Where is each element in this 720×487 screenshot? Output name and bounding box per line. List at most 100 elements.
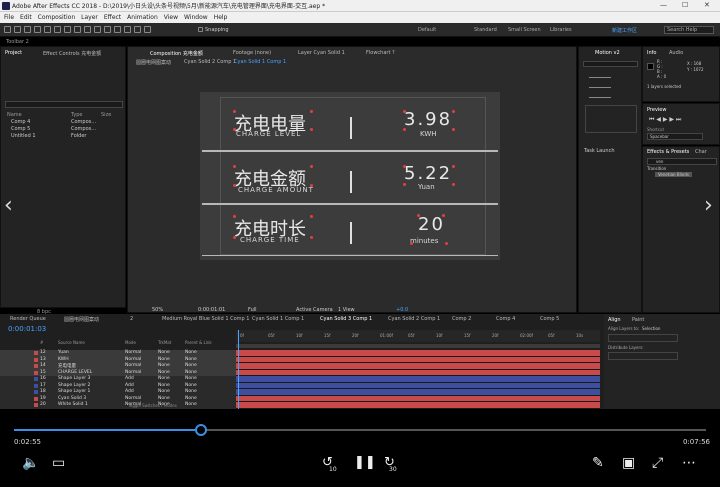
- layer-mode[interactable]: Add: [125, 383, 134, 388]
- layer-trkmat[interactable]: None: [158, 370, 170, 375]
- layer-trkmat[interactable]: None: [158, 383, 170, 388]
- tab-timeline-comp[interactable]: Comp 2: [452, 316, 471, 322]
- motion-slider[interactable]: [589, 87, 611, 88]
- menu-animation[interactable]: Animation: [127, 14, 158, 21]
- workspace-custom[interactable]: 新建工作区: [612, 27, 637, 34]
- col-type[interactable]: Type: [71, 112, 82, 118]
- layer-label-color[interactable]: [34, 357, 38, 362]
- brush-tool-icon[interactable]: [104, 26, 111, 33]
- tab-timeline-comp[interactable]: 圆圈电网图案动: [64, 316, 99, 323]
- layer-duration-bar[interactable]: [236, 402, 600, 409]
- menu-composition[interactable]: Composition: [38, 14, 75, 21]
- layer-handle[interactable]: [452, 128, 455, 131]
- layer-mode[interactable]: Normal: [125, 396, 141, 401]
- project-search-input[interactable]: [5, 101, 123, 108]
- type-tool-icon[interactable]: [94, 26, 101, 33]
- layer-label-color[interactable]: [34, 390, 38, 394]
- layer-handle[interactable]: [452, 183, 455, 186]
- more-options-icon[interactable]: ⋯: [682, 455, 696, 471]
- layer-handle[interactable]: [310, 128, 313, 131]
- search-help-input[interactable]: Search Help: [664, 26, 714, 34]
- layer-trkmat[interactable]: None: [158, 376, 170, 381]
- layer-name[interactable]: Cyan Solid 3: [58, 396, 86, 401]
- col-size[interactable]: Size: [101, 112, 111, 118]
- layer-mode[interactable]: Normal: [125, 363, 141, 368]
- layer-parent[interactable]: None: [185, 357, 197, 362]
- layer-handle[interactable]: [233, 184, 236, 187]
- workspace-libraries[interactable]: Libraries: [550, 27, 572, 33]
- layer-name[interactable]: Yuan: [58, 350, 69, 355]
- camera-tool-icon[interactable]: [54, 26, 61, 33]
- tab-timeline-comp[interactable]: Cyan Solid 3 Comp 1: [320, 316, 372, 322]
- next-arrow-icon[interactable]: ›: [704, 193, 713, 218]
- list-item[interactable]: Comp 5: [11, 126, 30, 132]
- layer-name[interactable]: 充电电量: [58, 363, 76, 369]
- layer-parent[interactable]: None: [185, 402, 197, 407]
- mini-view-icon[interactable]: ▣: [622, 455, 635, 471]
- snapping-checkbox[interactable]: [198, 27, 203, 32]
- motion-preset-select[interactable]: [583, 61, 638, 67]
- layer-label-color[interactable]: [34, 364, 38, 368]
- toggle-switches-modes[interactable]: Toggle Switches / Modes: [128, 403, 177, 408]
- layer-name[interactable]: KWH: [58, 357, 69, 362]
- selection-tool-icon[interactable]: [14, 26, 21, 33]
- layer-parent[interactable]: None: [185, 370, 197, 375]
- layer-trkmat[interactable]: None: [158, 363, 170, 368]
- breadcrumb-item[interactable]: 圆圈电网图案动: [136, 59, 171, 66]
- layer-parent[interactable]: None: [185, 389, 197, 394]
- tab-flowchart[interactable]: Flowchart ?: [366, 50, 395, 56]
- layer-handle[interactable]: [403, 183, 406, 186]
- layer-handle[interactable]: [310, 110, 313, 113]
- list-item[interactable]: Comp 4: [11, 119, 30, 125]
- tab-timeline-comp[interactable]: Comp 5: [540, 316, 559, 322]
- progress-thumb[interactable]: [194, 424, 207, 436]
- tab-timeline-comp[interactable]: Comp 4: [496, 316, 515, 322]
- tab-timeline-comp[interactable]: Cyan Solid 1 Comp 1: [252, 316, 304, 322]
- layer-parent[interactable]: None: [185, 350, 197, 355]
- tab-render-queue[interactable]: Render Queue: [10, 316, 46, 322]
- hand-tool-icon[interactable]: [24, 26, 31, 33]
- tab-align[interactable]: Align: [608, 317, 621, 323]
- menu-effect[interactable]: Effect: [104, 14, 121, 21]
- tab-preview[interactable]: Preview: [647, 107, 666, 113]
- tab-audio[interactable]: Audio: [669, 50, 683, 56]
- layer-handle[interactable]: [233, 165, 236, 168]
- list-item[interactable]: Untitled 1: [11, 133, 36, 139]
- breadcrumb-item[interactable]: Cyan Solid 1 Comp 1: [234, 59, 286, 65]
- preview-controls-icon[interactable]: ⏮ ◀ ▶ ▶ ⏭: [649, 116, 681, 124]
- menu-edit[interactable]: Edit: [20, 14, 32, 21]
- layer-handle[interactable]: [233, 110, 236, 113]
- layer-mode[interactable]: Add: [125, 389, 134, 394]
- layer-mode[interactable]: Normal: [125, 350, 141, 355]
- puppet-tool-icon[interactable]: [144, 26, 151, 33]
- tab-effects-presets[interactable]: Effects & Presets: [647, 149, 689, 155]
- layer-label-color[interactable]: [34, 383, 38, 388]
- col-name[interactable]: Name: [7, 112, 22, 118]
- current-time[interactable]: 0:00:01:01: [198, 307, 225, 313]
- minimize-button[interactable]: —: [660, 1, 667, 9]
- layer-handle[interactable]: [310, 215, 313, 218]
- playhead[interactable]: [238, 330, 239, 409]
- exposure-value[interactable]: +0.0: [396, 307, 408, 313]
- layer-trkmat[interactable]: None: [158, 389, 170, 394]
- time-ruler[interactable]: [236, 330, 600, 342]
- layer-label-color[interactable]: [34, 370, 38, 375]
- tab-paint[interactable]: Paint: [632, 317, 644, 323]
- layer-trkmat[interactable]: None: [158, 396, 170, 401]
- tab-footage[interactable]: Footage (none): [233, 50, 271, 56]
- effect-venetian-blinds[interactable]: Venetian Blinds: [655, 172, 692, 177]
- zoom-level[interactable]: 50%: [152, 307, 163, 313]
- tab-layer[interactable]: Layer Cyan Solid 1: [298, 50, 345, 56]
- clone-tool-icon[interactable]: [114, 26, 121, 33]
- tab-motion[interactable]: Motion v2: [595, 50, 620, 56]
- layer-handle[interactable]: [445, 242, 448, 245]
- motion-slider[interactable]: [589, 97, 611, 98]
- align-to-select[interactable]: Selection: [642, 326, 660, 331]
- pan-behind-tool-icon[interactable]: [64, 26, 71, 33]
- work-area-bar[interactable]: [236, 344, 600, 348]
- pen-tool-icon[interactable]: [84, 26, 91, 33]
- close-button[interactable]: ✕: [704, 1, 710, 9]
- workspace-small-screen[interactable]: Small Screen: [508, 27, 541, 33]
- layer-handle[interactable]: [410, 242, 413, 245]
- layer-handle[interactable]: [417, 214, 420, 217]
